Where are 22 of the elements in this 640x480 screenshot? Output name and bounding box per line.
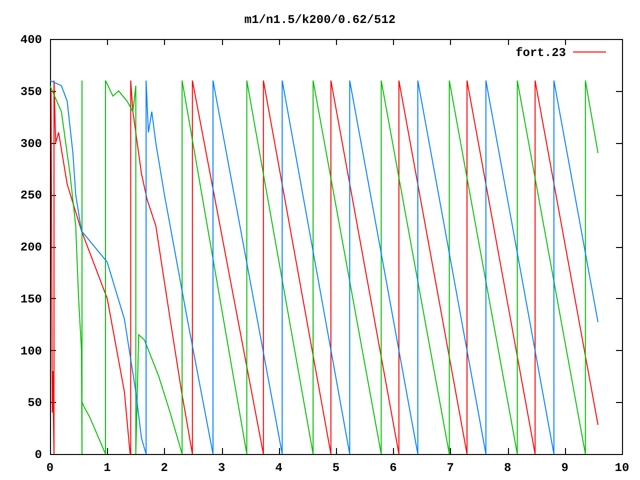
x-tick-label: 1 [104, 461, 111, 475]
y-tick-label: 200 [20, 240, 42, 254]
y-tick-label: 400 [20, 33, 42, 47]
x-tick-label: 9 [561, 461, 568, 475]
y-tick-label: 350 [20, 84, 42, 99]
chart-title: m1/n1.5/k200/0.62/512 [244, 13, 396, 27]
x-tick-label: 4 [275, 461, 282, 475]
x-tick-label: 7 [446, 461, 454, 475]
x-tick-label: 5 [332, 461, 340, 475]
x-tick-label: 0 [46, 461, 54, 475]
x-tick-label: 10 [614, 461, 630, 475]
legend-label: fort.23 [516, 46, 566, 60]
y-tick-label: 0 [34, 448, 42, 462]
y-tick-label: 150 [20, 292, 42, 306]
y-tick-label: 300 [20, 136, 42, 151]
y-tick-label: 100 [20, 344, 42, 358]
x-tick-label: 8 [504, 461, 512, 475]
x-tick-label: 3 [218, 461, 226, 475]
x-tick-label: 6 [390, 461, 397, 475]
x-tick-label: 2 [160, 461, 168, 475]
y-tick-label: 50 [28, 396, 42, 410]
y-tick-label: 250 [20, 188, 42, 203]
